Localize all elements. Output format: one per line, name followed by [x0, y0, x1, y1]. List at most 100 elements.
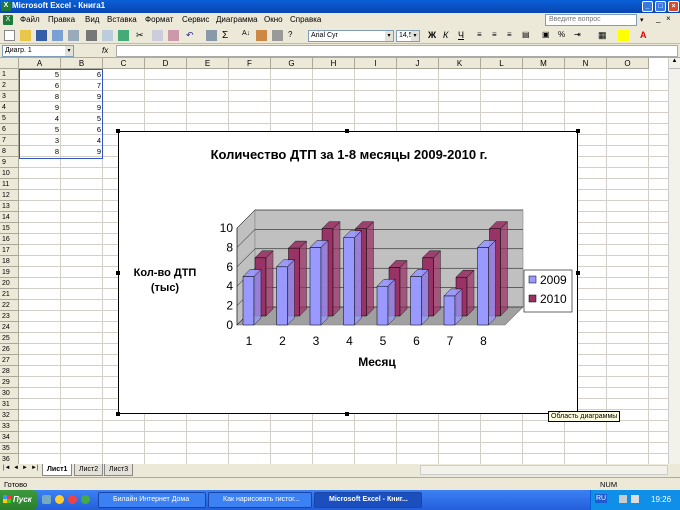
row-header-24[interactable]: 24 [0, 322, 19, 333]
chevron-down-icon[interactable]: ▾ [385, 31, 393, 41]
help-search-input[interactable]: Введите вопрос [545, 14, 637, 26]
bold-button[interactable]: Ж [428, 30, 439, 41]
doc-close-button[interactable]: × [666, 14, 671, 23]
column-header-E[interactable]: E [187, 58, 229, 69]
row-header-28[interactable]: 28 [0, 366, 19, 377]
scroll-up-icon[interactable]: ▲ [669, 58, 680, 69]
menu-tools[interactable]: Сервис [182, 15, 209, 24]
menu-insert[interactable]: Вставка [107, 15, 137, 24]
sort-icon[interactable]: А↓ [242, 30, 253, 41]
row-header-25[interactable]: 25 [0, 333, 19, 344]
align-right-icon[interactable]: ≡ [507, 30, 518, 41]
resize-handle[interactable] [576, 129, 580, 133]
column-header-A[interactable]: A [19, 58, 61, 69]
menu-format[interactable]: Формат [145, 15, 173, 24]
task-browser-article[interactable]: Как нарисовать гистог... [208, 492, 312, 508]
resize-handle[interactable] [116, 129, 120, 133]
font-name-select[interactable]: Arial Cyr ▾ [308, 30, 394, 42]
column-header-I[interactable]: I [355, 58, 397, 69]
row-header-5[interactable]: 5 [0, 113, 19, 124]
cut-icon[interactable]: ✂ [136, 30, 147, 41]
row-header-4[interactable]: 4 [0, 102, 19, 113]
row-header-18[interactable]: 18 [0, 256, 19, 267]
autosum-icon[interactable]: Σ [222, 30, 233, 41]
row-header-21[interactable]: 21 [0, 289, 19, 300]
column-header-C[interactable]: C [103, 58, 145, 69]
spelling-icon[interactable] [118, 30, 129, 41]
row-header-17[interactable]: 17 [0, 245, 19, 256]
quicklaunch-icon[interactable] [55, 495, 64, 504]
row-header-13[interactable]: 13 [0, 201, 19, 212]
horizontal-scrollbar[interactable] [420, 465, 668, 475]
column-header-D[interactable]: D [145, 58, 187, 69]
column-header-H[interactable]: H [313, 58, 355, 69]
row-header-29[interactable]: 29 [0, 377, 19, 388]
chevron-down-icon[interactable]: ▾ [65, 46, 73, 56]
row-header-32[interactable]: 32 [0, 410, 19, 421]
row-header-15[interactable]: 15 [0, 223, 19, 234]
formula-input[interactable] [116, 45, 678, 57]
doc-minimize-button[interactable]: _ [656, 14, 660, 23]
row-header-6[interactable]: 6 [0, 124, 19, 135]
borders-icon[interactable]: ▦ [598, 30, 609, 41]
menu-window[interactable]: Окно [264, 15, 283, 24]
column-header-L[interactable]: L [481, 58, 523, 69]
row-header-8[interactable]: 8 [0, 146, 19, 157]
row-header-36[interactable]: 36 [0, 454, 19, 464]
row-header-20[interactable]: 20 [0, 278, 19, 289]
column-header-M[interactable]: M [523, 58, 565, 69]
name-box[interactable]: Диагр. 1 ▾ [2, 45, 74, 57]
email-icon[interactable] [68, 30, 79, 41]
column-header-F[interactable]: F [229, 58, 271, 69]
task-browser-beeline[interactable]: Билайн Интернет Дома [98, 492, 206, 508]
drawing-icon[interactable] [272, 30, 283, 41]
vertical-scrollbar[interactable]: ▲ [668, 58, 680, 464]
fill-color-icon[interactable] [618, 30, 629, 41]
chevron-down-icon[interactable]: ▾ [411, 31, 419, 41]
prev-sheet-icon[interactable]: ◄ [13, 465, 19, 471]
quicklaunch-icon[interactable] [81, 495, 90, 504]
resize-handle[interactable] [345, 412, 349, 416]
permission-icon[interactable] [52, 30, 63, 41]
chart-area[interactable]: Количество ДТП за 1-8 месяцы 2009-2010 г… [118, 131, 578, 414]
percent-icon[interactable]: % [558, 30, 569, 41]
indent-icon[interactable]: ⇥ [574, 30, 585, 41]
sheet-tab-2[interactable]: Лист2 [74, 464, 104, 476]
open-icon[interactable] [20, 30, 31, 41]
undo-icon[interactable]: ↶ [186, 30, 197, 41]
row-header-27[interactable]: 27 [0, 355, 19, 366]
underline-button[interactable]: Ч [458, 30, 469, 41]
workbook-icon[interactable]: X [3, 15, 13, 25]
row-header-22[interactable]: 22 [0, 300, 19, 311]
column-header-K[interactable]: K [439, 58, 481, 69]
currency-icon[interactable]: ▣ [542, 30, 553, 41]
resize-handle[interactable] [345, 129, 349, 133]
quicklaunch-icon[interactable] [68, 495, 77, 504]
resize-handle[interactable] [576, 271, 580, 275]
column-header-N[interactable]: N [565, 58, 607, 69]
select-all-corner[interactable] [0, 58, 19, 69]
language-indicator[interactable]: RU [595, 494, 608, 503]
close-button[interactable]: × [668, 1, 679, 12]
row-header-30[interactable]: 30 [0, 388, 19, 399]
save-icon[interactable] [36, 30, 47, 41]
row-header-7[interactable]: 7 [0, 135, 19, 146]
row-header-10[interactable]: 10 [0, 168, 19, 179]
row-header-35[interactable]: 35 [0, 443, 19, 454]
sheet-tab-3[interactable]: Лист3 [104, 464, 134, 476]
new-icon[interactable] [4, 30, 15, 41]
row-header-16[interactable]: 16 [0, 234, 19, 245]
row-header-34[interactable]: 34 [0, 432, 19, 443]
function-icon[interactable]: fx [102, 46, 108, 55]
row-header-9[interactable]: 9 [0, 157, 19, 168]
paste-icon[interactable] [168, 30, 179, 41]
next-sheet-icon[interactable]: ► [22, 465, 28, 471]
italic-button[interactable]: К [443, 30, 454, 41]
first-sheet-icon[interactable]: |◄ [3, 465, 11, 471]
column-header-O[interactable]: O [607, 58, 649, 69]
maximize-button[interactable]: □ [655, 1, 666, 12]
column-header-J[interactable]: J [397, 58, 439, 69]
copy-icon[interactable] [152, 30, 163, 41]
row-header-26[interactable]: 26 [0, 344, 19, 355]
minimize-button[interactable]: _ [642, 1, 653, 12]
